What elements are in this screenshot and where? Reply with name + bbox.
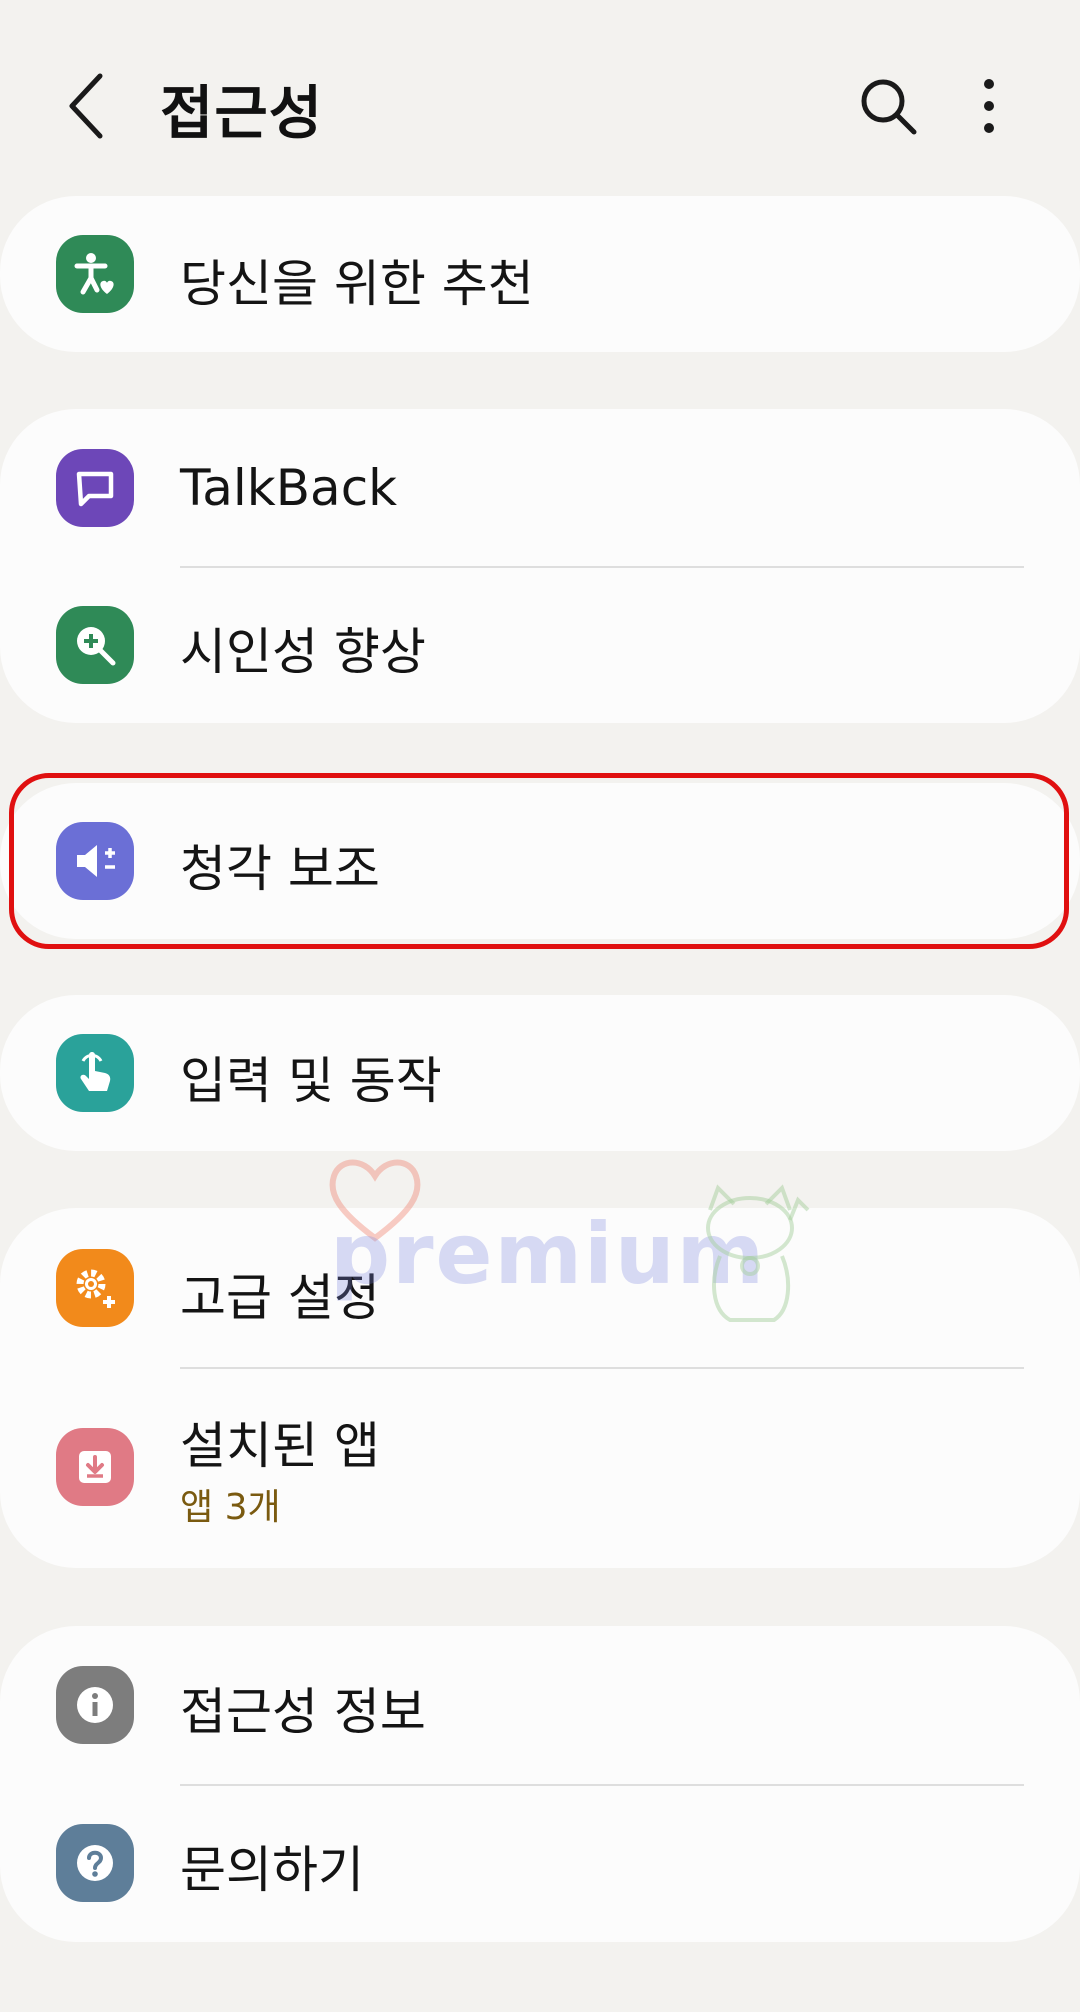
download-tray-icon [56,1428,134,1506]
touch-hand-icon [56,1034,134,1112]
accessibility-heart-icon [56,235,134,313]
list-item-installed-apps[interactable]: 설치된 앱 앱 3개 [0,1368,1080,1568]
list-item-accessibility-info[interactable]: 접근성 정보 [0,1626,1080,1784]
list-item-label: 문의하기 [180,1841,364,1899]
list-item-label: 입력 및 동작 [180,1052,442,1110]
talkback-bubble-icon [56,449,134,527]
list-item-label: 설치된 앱 [180,1417,380,1475]
more-options-button[interactable] [965,74,1013,138]
list-item-label: 접근성 정보 [180,1683,426,1741]
search-icon [861,79,917,135]
installed-apps-count: 앱 3개 [180,1487,281,1528]
question-icon [56,1824,134,1902]
page-title: 접근성 [160,79,324,147]
section-info: 접근성 정보 문의하기 [0,1626,1080,1942]
section-advanced: 고급 설정 설치된 앱 앱 3개 [0,1208,1080,1568]
list-item-label: 당신을 위한 추천 [180,255,534,313]
magnifier-plus-icon [56,606,134,684]
list-item-label: 청각 보조 [180,840,380,898]
list-item-visibility[interactable]: 시인성 향상 [0,566,1080,723]
list-item-label: TalkBack [180,459,398,517]
list-item-talkback[interactable]: TalkBack [0,409,1080,566]
section-hearing: 청각 보조 [0,783,1080,939]
info-icon [56,1666,134,1744]
more-vert-icon [984,79,994,133]
chevron-left-icon [69,73,103,139]
section-recommended: 당신을 위한 추천 [0,196,1080,352]
section-vision: TalkBack 시인성 향상 [0,409,1080,723]
list-item-label: 시인성 향상 [180,623,426,681]
list-item-recommended[interactable]: 당신을 위한 추천 [0,196,1080,352]
gear-plus-icon [56,1249,134,1327]
section-interaction: 입력 및 동작 [0,995,1080,1151]
app-header: 접근성 [0,0,1080,200]
list-item-contact-us[interactable]: 문의하기 [0,1784,1080,1942]
list-item-hearing[interactable]: 청각 보조 [0,783,1080,939]
speaker-plus-minus-icon [56,822,134,900]
list-item-advanced-settings[interactable]: 고급 설정 [0,1208,1080,1368]
list-item-label: 고급 설정 [180,1269,380,1327]
list-item-interaction[interactable]: 입력 및 동작 [0,995,1080,1151]
search-button[interactable] [856,74,920,138]
back-button[interactable] [58,68,118,144]
